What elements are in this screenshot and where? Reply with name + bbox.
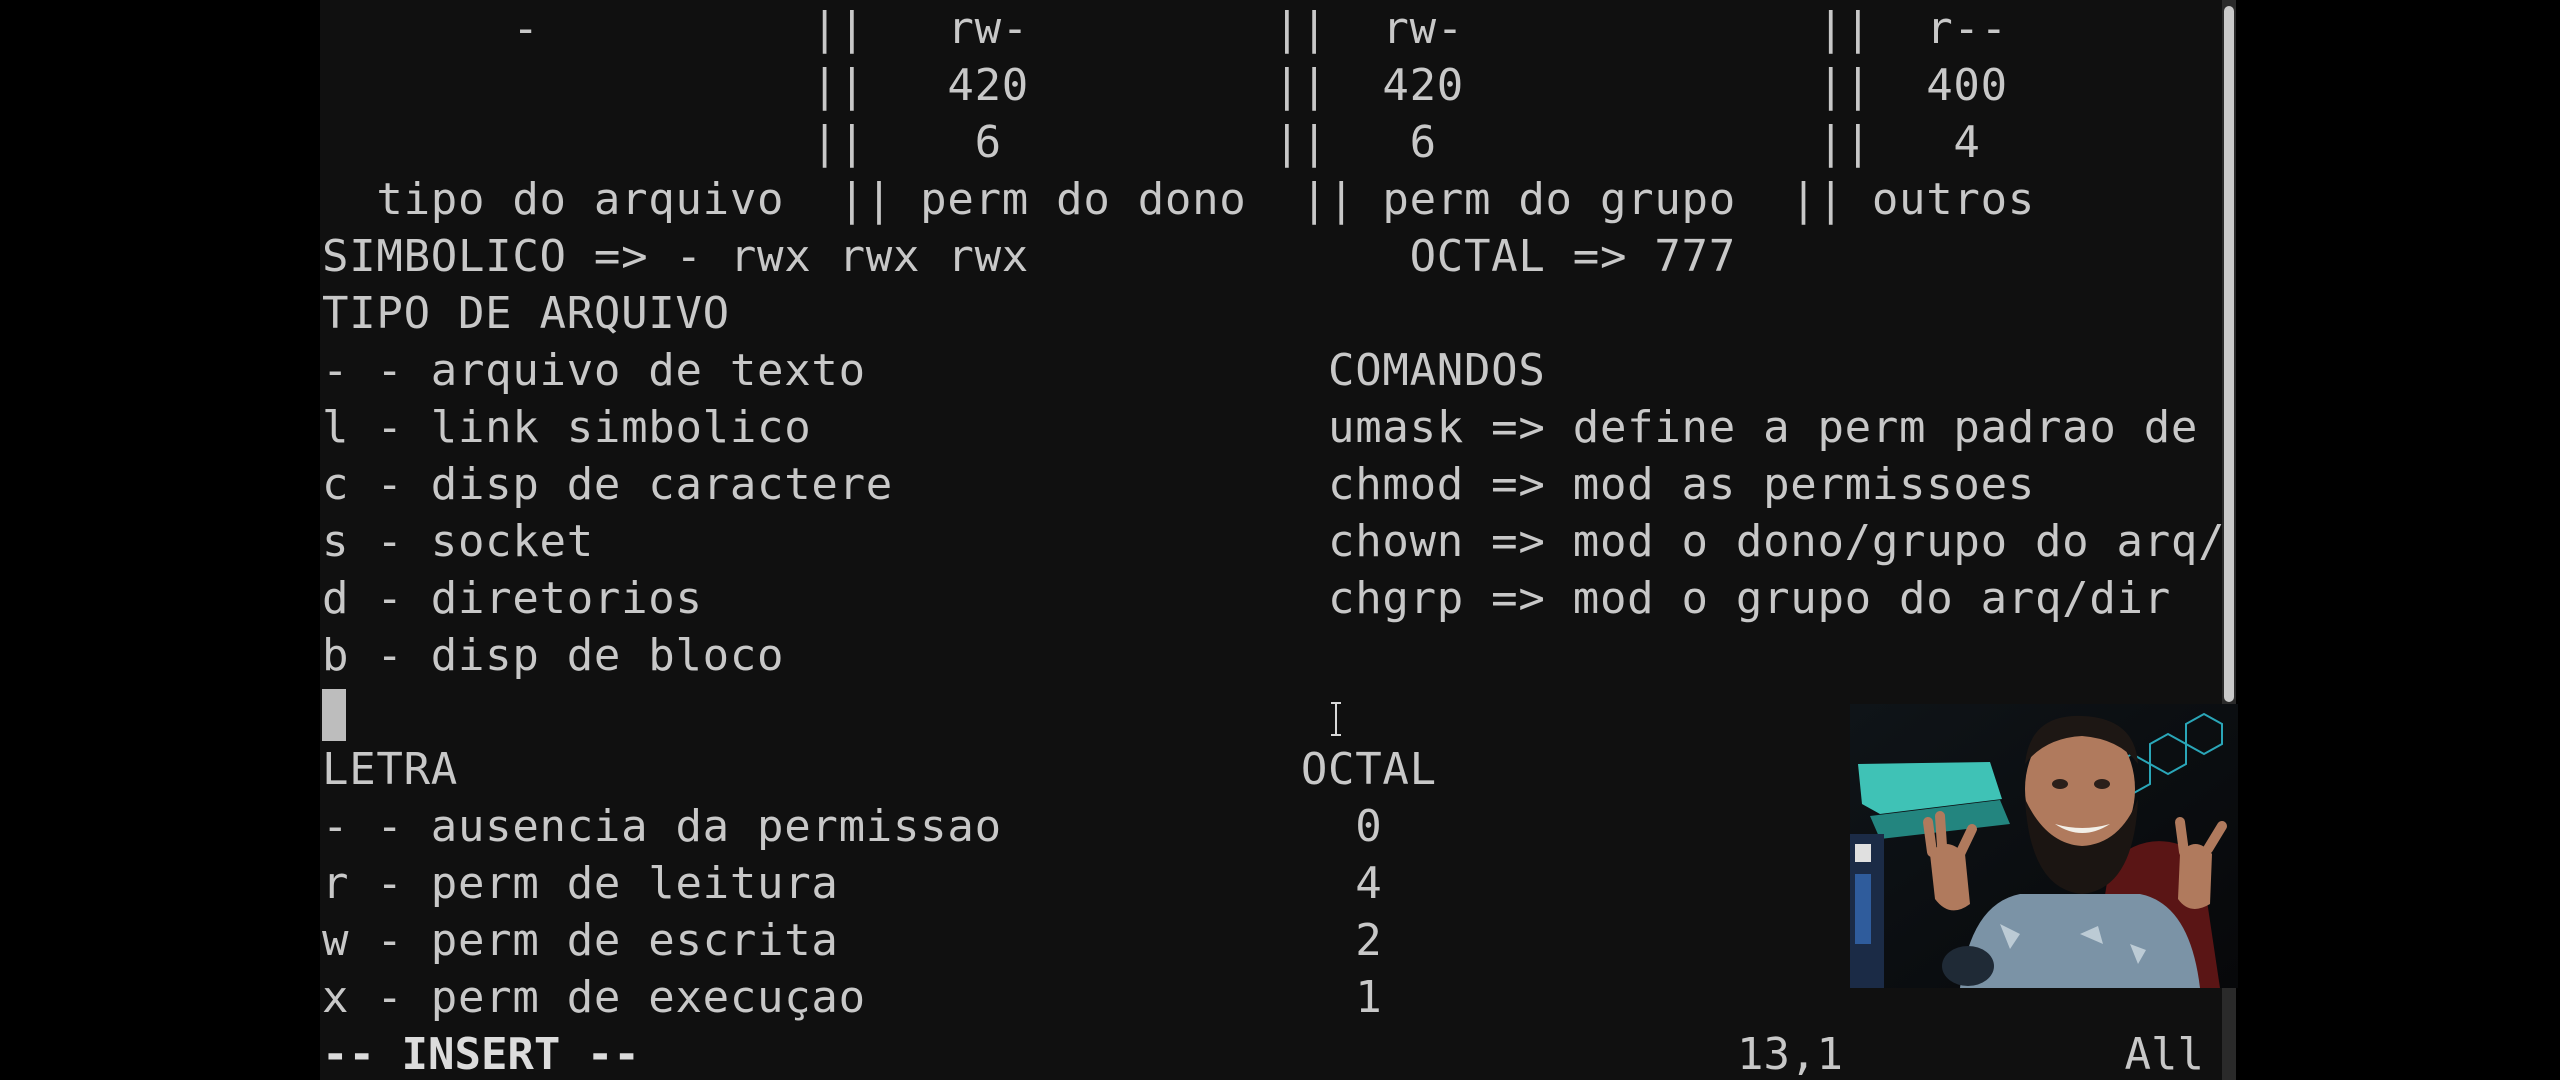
webcam-feed-image [1850, 704, 2238, 988]
editor-line: tipo do arquivo || perm do dono || perm … [322, 174, 2035, 225]
editor-line: l - link simbolico umask => define a per… [322, 402, 2236, 453]
mode-indicator: -- INSERT -- [322, 1029, 640, 1080]
text-cursor [322, 689, 346, 741]
editor-line: b - disp de bloco [322, 630, 785, 681]
editor-line: s - socket chown => mod o dono/grupo do … [322, 516, 2236, 567]
editor-line: SIMBOLICO => - rwx rwx rwx OCTAL => 777 [322, 231, 1736, 282]
editor-line: TIPO DE ARQUIVO [322, 288, 730, 339]
editor-line: - || rw- || rw- || r-- [322, 3, 2008, 54]
editor-line: || 6 || 6 || 4 [322, 117, 1981, 168]
editor-line: - - arquivo de texto COMANDOS [322, 345, 1546, 396]
scroll-indicator: All [2124, 1029, 2204, 1080]
webcam-overlay [1850, 704, 2238, 988]
editor-line: || 420 || 420 || 400 [322, 60, 2008, 111]
i-beam-cursor-icon [1331, 702, 1341, 736]
editor-line: c - disp de caractere chmod => mod as pe… [322, 459, 2035, 510]
cursor-position: 13,1 [1737, 1029, 1843, 1080]
vim-status-line: -- INSERT -- 13,1 All [322, 1029, 2232, 1080]
scrollbar-thumb[interactable] [2224, 6, 2234, 702]
editor-line: d - diretorios chgrp => mod o grupo do a… [322, 573, 2171, 624]
